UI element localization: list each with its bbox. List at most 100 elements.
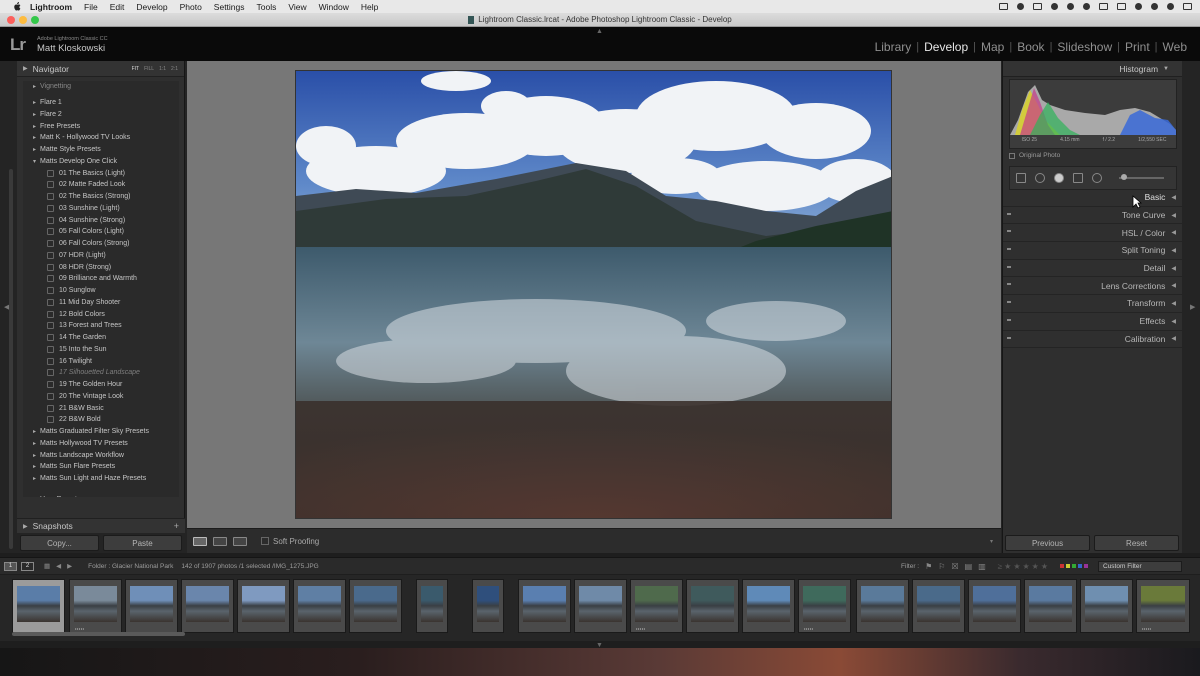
panel-tone-curve[interactable]: Tone Curve ◀ <box>1003 207 1183 225</box>
blue-label-icon[interactable] <box>1078 564 1082 568</box>
preset-folder[interactable]: Free Presets <box>23 120 179 132</box>
menu-app[interactable]: Lightroom <box>30 2 72 12</box>
panel-switch-icon[interactable] <box>1007 265 1011 268</box>
soft-proofing-checkbox[interactable] <box>261 537 269 545</box>
filmstrip-thumbnail[interactable] <box>181 579 234 633</box>
filmstrip-thumbnail[interactable] <box>416 579 448 633</box>
panel-switch-icon[interactable] <box>1007 318 1011 321</box>
preset-item[interactable]: 12 Bold Colors <box>23 308 179 320</box>
source-folder[interactable]: Folder : Glacier National Park <box>88 563 173 570</box>
panel-transform[interactable]: Transform ◀ <box>1003 295 1183 313</box>
panel-effects[interactable]: Effects ◀ <box>1003 313 1183 331</box>
preset-folder[interactable]: Matts Sun Light and Haze Presets <box>23 473 179 485</box>
panel-lens-corrections[interactable]: Lens Corrections ◀ <box>1003 277 1183 296</box>
filmstrip-thumbnail[interactable]: ••••• <box>798 579 851 633</box>
volume-icon[interactable] <box>1083 3 1090 10</box>
creative-cloud-icon[interactable] <box>1017 3 1024 10</box>
reset-button[interactable]: Reset <box>1094 535 1179 551</box>
menu-settings[interactable]: Settings <box>214 2 245 12</box>
panel-calibration[interactable]: Calibration ◀ <box>1003 331 1183 349</box>
filmstrip-thumbnail[interactable] <box>293 579 346 633</box>
preset-item[interactable]: 15 Into the Sun <box>23 344 179 356</box>
preset-item[interactable]: 06 Fall Colors (Strong) <box>23 238 179 250</box>
crop-tool-icon[interactable] <box>1016 173 1026 183</box>
preset-item[interactable]: 13 Forest and Trees <box>23 320 179 332</box>
histogram[interactable]: ISO 25 4.15 mm f / 2.2 1/2,550 SEC <box>1009 79 1177 149</box>
yellow-label-icon[interactable] <box>1066 564 1070 568</box>
menu-window[interactable]: Window <box>319 2 349 12</box>
toolbar-menu-icon[interactable]: ▾ <box>990 538 993 545</box>
menu-develop[interactable]: Develop <box>136 2 167 12</box>
filmstrip-thumbnail[interactable] <box>856 579 909 633</box>
copy-button[interactable]: Copy... <box>20 535 99 551</box>
preset-folder[interactable]: Flare 2 <box>23 109 179 121</box>
menu-photo[interactable]: Photo <box>180 2 202 12</box>
window-1-button[interactable]: 1 <box>4 561 17 571</box>
wifi-icon[interactable] <box>1099 3 1108 10</box>
custom-filter-dropdown[interactable]: Custom Filter <box>1098 560 1182 572</box>
preset-folder[interactable]: Matts Landscape Workflow <box>23 449 179 461</box>
zoom-1-1[interactable]: 1:1 <box>159 66 166 72</box>
filmstrip-thumbnail[interactable] <box>912 579 965 633</box>
close-window-button[interactable] <box>7 16 15 24</box>
filmstrip-thumbnail[interactable] <box>968 579 1021 633</box>
preset-folder[interactable]: Matts Sun Flare Presets <box>23 461 179 473</box>
module-print[interactable]: Print <box>1120 40 1155 54</box>
panel-switch-icon[interactable] <box>1007 248 1011 251</box>
module-web[interactable]: Web <box>1158 40 1192 54</box>
filmstrip-thumbnail[interactable]: ••••• <box>630 579 683 633</box>
preset-item[interactable]: 10 Sunglow <box>23 285 179 297</box>
notification-center-icon[interactable] <box>1183 3 1192 10</box>
zoom-window-button[interactable] <box>31 16 39 24</box>
preset-folder[interactable]: Matts Graduated Filter Sky Presets <box>23 426 179 438</box>
snapshots-header[interactable]: ▶ Snapshots + <box>17 518 185 534</box>
preset-folder-user[interactable]: User Presets <box>23 494 179 497</box>
flag-unflagged-icon[interactable]: ⚐ <box>938 562 945 571</box>
original-photo-checkbox[interactable] <box>1009 152 1015 159</box>
preset-item[interactable]: 04 Sunshine (Strong) <box>23 214 179 226</box>
preset-item[interactable]: 14 The Garden <box>23 332 179 344</box>
filmstrip-thumbnail[interactable] <box>472 579 504 633</box>
sync-icon[interactable] <box>1051 3 1058 10</box>
panel-detail[interactable]: Detail ◀ <box>1003 260 1183 278</box>
panel-switch-icon[interactable] <box>1007 336 1011 339</box>
flag-rejected-icon[interactable]: ☒ <box>951 562 958 571</box>
loupe-view-icon[interactable] <box>193 536 207 546</box>
preset-item[interactable]: 11 Mid Day Shooter <box>23 297 179 309</box>
red-label-icon[interactable] <box>1060 564 1064 568</box>
purple-label-icon[interactable] <box>1084 564 1088 568</box>
filmstrip-thumbnail[interactable]: ••••• <box>1136 579 1190 633</box>
preset-item[interactable]: 01 The Basics (Light) <box>23 167 179 179</box>
virtual-copy-filter-icon[interactable]: ▤ <box>965 562 973 571</box>
filmstrip-thumbnail[interactable] <box>237 579 290 633</box>
screen-mirror-icon[interactable] <box>1117 3 1126 10</box>
preset-item[interactable]: 02 The Basics (Strong) <box>23 191 179 203</box>
right-panel-toggle-icon[interactable]: ▶ <box>1190 303 1195 311</box>
airplay-icon[interactable] <box>999 3 1008 10</box>
preset-folder[interactable]: Matte Style Presets <box>23 144 179 156</box>
apple-icon[interactable] <box>10 2 24 12</box>
flag-pick-icon[interactable]: ⚑ <box>925 562 932 571</box>
before-after-split-icon[interactable] <box>233 536 247 546</box>
main-photo[interactable] <box>295 70 892 519</box>
panel-switch-icon[interactable] <box>1007 301 1011 304</box>
module-map[interactable]: Map <box>976 40 1009 54</box>
menu-edit[interactable]: Edit <box>110 2 125 12</box>
module-book[interactable]: Book <box>1012 40 1049 54</box>
preset-item[interactable]: 03 Sunshine (Light) <box>23 203 179 215</box>
master-filter-icon[interactable]: ▥ <box>978 562 986 571</box>
previous-button[interactable]: Previous <box>1005 535 1090 551</box>
window-2-button[interactable]: 2 <box>21 561 34 571</box>
navigator-header[interactable]: ▶ Navigator FIT FILL 1:1 2:1 <box>17 61 184 77</box>
zoom-2-1[interactable]: 2:1 <box>171 66 178 72</box>
dropbox-icon[interactable] <box>1067 3 1074 10</box>
menu-file[interactable]: File <box>84 2 98 12</box>
module-library[interactable]: Library <box>870 40 917 54</box>
spot-removal-tool-icon[interactable] <box>1035 173 1045 183</box>
spotlight-search-icon[interactable] <box>1151 3 1158 10</box>
red-eye-tool-icon[interactable] <box>1054 173 1064 183</box>
star-rating-filter-icon[interactable]: ≥★★★★★ <box>998 562 1050 571</box>
filmstrip-thumbnail[interactable] <box>742 579 795 633</box>
adjustment-brush-slider[interactable] <box>1119 174 1164 180</box>
preset-item[interactable]: 02 Matte Faded Look <box>23 179 179 191</box>
